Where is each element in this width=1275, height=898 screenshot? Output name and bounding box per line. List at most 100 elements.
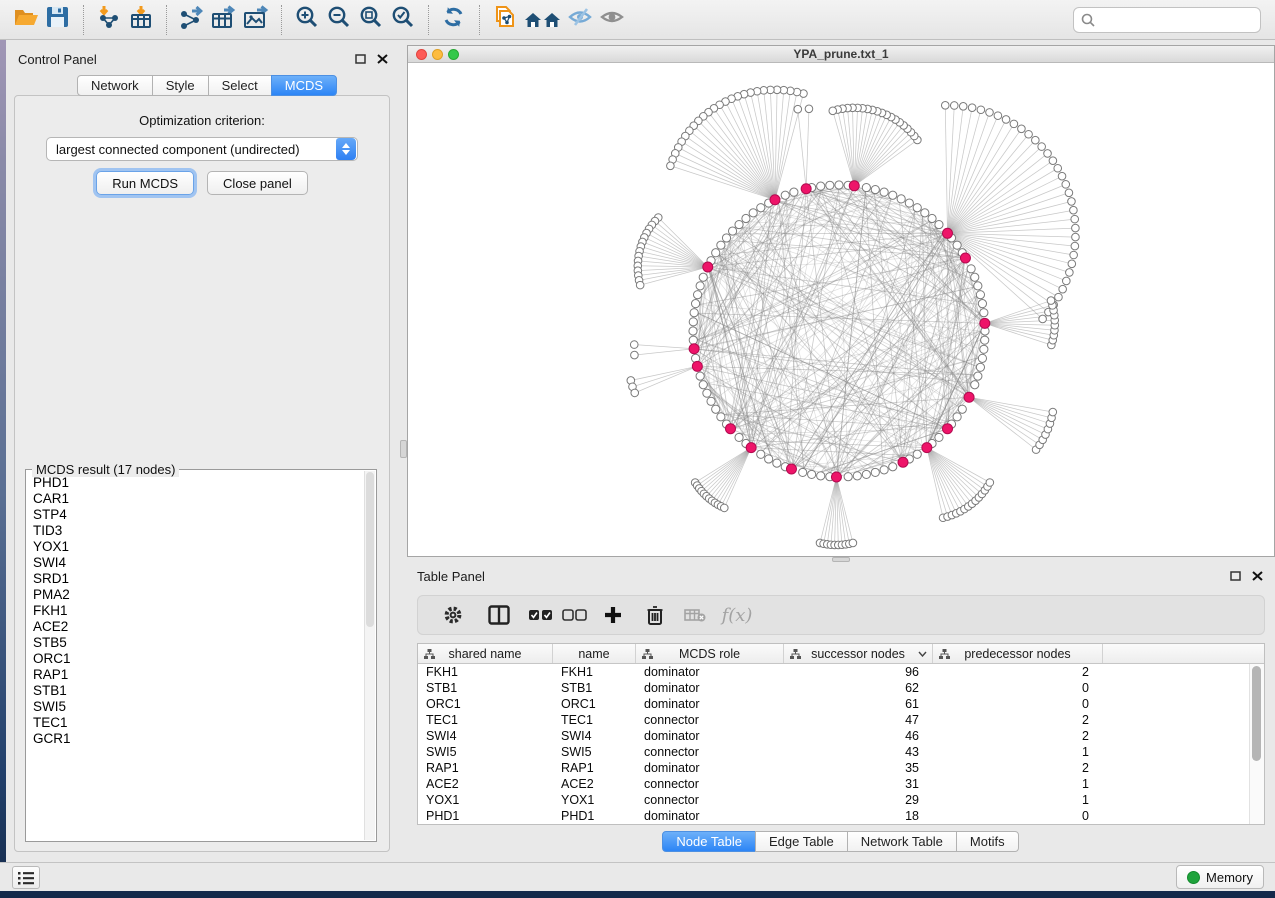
column-header-name[interactable]: name bbox=[553, 644, 636, 663]
table-scrollbar[interactable] bbox=[1249, 664, 1264, 824]
result-list-item[interactable]: ACE2 bbox=[33, 619, 358, 635]
zoom-out-button[interactable] bbox=[323, 5, 355, 35]
zoom-selected-button[interactable] bbox=[387, 5, 419, 35]
result-list-item[interactable]: RAP1 bbox=[33, 667, 358, 683]
show-columns-button[interactable] bbox=[482, 599, 516, 631]
export-table-button[interactable] bbox=[208, 5, 240, 35]
minimize-window-icon[interactable] bbox=[432, 49, 443, 60]
tab-mcds[interactable]: MCDS bbox=[271, 75, 337, 96]
maximize-window-icon[interactable] bbox=[448, 49, 459, 60]
table-cell: 96 bbox=[784, 664, 933, 680]
network-canvas[interactable] bbox=[408, 63, 1274, 556]
result-list-item[interactable]: ORC1 bbox=[33, 651, 358, 667]
open-session-button[interactable] bbox=[10, 5, 42, 35]
tab-edge-table[interactable]: Edge Table bbox=[755, 831, 848, 852]
import-network-button[interactable] bbox=[93, 5, 125, 35]
refresh-button[interactable] bbox=[438, 5, 470, 35]
table-row[interactable]: ORC1ORC1dominator610 bbox=[418, 696, 1249, 712]
table-row[interactable]: SWI5SWI5connector431 bbox=[418, 744, 1249, 760]
result-list-item[interactable]: SWI5 bbox=[33, 699, 358, 715]
create-column-button[interactable] bbox=[596, 599, 630, 631]
table-row[interactable]: PHD1PHD1dominator180 bbox=[418, 808, 1249, 824]
zoom-fit-button[interactable] bbox=[355, 5, 387, 35]
table-toolbar: f(x) bbox=[417, 595, 1265, 635]
column-type-icon bbox=[939, 649, 950, 659]
column-header-shared-name[interactable]: shared name bbox=[418, 644, 553, 663]
open-folder-icon bbox=[13, 6, 39, 33]
column-header-predecessor-nodes[interactable]: predecessor nodes bbox=[933, 644, 1103, 663]
close-panel-action-button[interactable]: Close panel bbox=[207, 171, 308, 195]
save-session-button[interactable] bbox=[42, 5, 74, 35]
column-header-mcds-role[interactable]: MCDS role bbox=[636, 644, 784, 663]
table-row[interactable]: TEC1TEC1connector472 bbox=[418, 712, 1249, 728]
close-window-icon[interactable] bbox=[416, 49, 427, 60]
table-cell: PHD1 bbox=[418, 808, 553, 824]
first-neighbors-icon[interactable] bbox=[521, 5, 565, 35]
import-table-button[interactable] bbox=[125, 5, 157, 35]
table-settings-button[interactable] bbox=[436, 599, 470, 631]
sort-chevron-icon[interactable] bbox=[918, 651, 927, 657]
network-window-titlebar[interactable]: YPA_prune.txt_1 bbox=[408, 46, 1274, 63]
export-network-button[interactable] bbox=[176, 5, 208, 35]
table-row[interactable]: SWI4SWI4dominator462 bbox=[418, 728, 1249, 744]
result-list-item[interactable]: CAR1 bbox=[33, 491, 358, 507]
result-list-item[interactable]: SRD1 bbox=[33, 571, 358, 587]
hide-selected-button[interactable] bbox=[565, 5, 597, 35]
task-history-button[interactable] bbox=[12, 866, 40, 889]
divider-handle[interactable] bbox=[400, 440, 407, 458]
vertical-split-divider[interactable] bbox=[400, 40, 407, 862]
table-cell: 0 bbox=[933, 808, 1103, 824]
export-image-button[interactable] bbox=[240, 5, 272, 35]
search-input[interactable] bbox=[1099, 10, 1260, 30]
result-list-item[interactable]: TID3 bbox=[33, 523, 358, 539]
tab-style[interactable]: Style bbox=[152, 75, 209, 96]
table-row[interactable]: STB1STB1dominator620 bbox=[418, 680, 1249, 696]
float-panel-button[interactable] bbox=[352, 52, 368, 66]
result-list-item[interactable]: PMA2 bbox=[33, 587, 358, 603]
table-row[interactable]: ACE2ACE2connector311 bbox=[418, 776, 1249, 792]
result-list-item[interactable]: FKH1 bbox=[33, 603, 358, 619]
tab-network[interactable]: Network bbox=[77, 75, 153, 96]
run-mcds-button[interactable]: Run MCDS bbox=[96, 171, 194, 195]
memory-status-icon bbox=[1187, 871, 1200, 884]
duplicate-network-button[interactable] bbox=[489, 5, 521, 35]
result-list-item[interactable]: GCR1 bbox=[33, 731, 358, 747]
memory-button[interactable]: Memory bbox=[1176, 865, 1264, 889]
unselect-all-columns-button[interactable] bbox=[558, 599, 592, 631]
table-row[interactable]: RAP1RAP1dominator352 bbox=[418, 760, 1249, 776]
close-panel-button[interactable] bbox=[374, 52, 390, 66]
tab-node-table[interactable]: Node Table bbox=[662, 831, 756, 852]
result-list-item[interactable]: SWI4 bbox=[33, 555, 358, 571]
scrollbar-thumb[interactable] bbox=[1252, 666, 1261, 761]
select-all-columns-button[interactable] bbox=[524, 599, 558, 631]
table-cell: connector bbox=[636, 712, 784, 728]
column-header-successor-nodes[interactable]: successor nodes bbox=[784, 644, 933, 663]
result-list-item[interactable]: TEC1 bbox=[33, 715, 358, 731]
mcds-result-list[interactable]: PHD1CAR1STP4TID3YOX1SWI4SRD1PMA2FKH1ACE2… bbox=[27, 471, 364, 840]
result-list-item[interactable]: STB1 bbox=[33, 683, 358, 699]
result-list-item[interactable]: STP4 bbox=[33, 507, 358, 523]
table-cell: dominator bbox=[636, 760, 784, 776]
result-scrollbar[interactable] bbox=[364, 471, 375, 840]
result-list-item[interactable]: STB5 bbox=[33, 635, 358, 651]
optimization-criterion-select[interactable]: largest connected component (undirected) bbox=[46, 137, 358, 161]
delete-columns-button[interactable] bbox=[638, 599, 672, 631]
column-label: MCDS role bbox=[679, 647, 740, 661]
result-list-item[interactable]: PHD1 bbox=[33, 475, 358, 491]
result-list-item[interactable]: YOX1 bbox=[33, 539, 358, 555]
show-all-button[interactable] bbox=[597, 5, 629, 35]
close-table-panel-button[interactable] bbox=[1249, 569, 1265, 583]
tab-select[interactable]: Select bbox=[208, 75, 272, 96]
column-label: name bbox=[578, 647, 609, 661]
table-cell: SWI5 bbox=[553, 744, 636, 760]
table-cell: 1 bbox=[933, 776, 1103, 792]
table-rows: FKH1FKH1dominator962STB1STB1dominator620… bbox=[418, 664, 1249, 824]
float-table-panel-button[interactable] bbox=[1227, 569, 1243, 583]
table-row[interactable]: FKH1FKH1dominator962 bbox=[418, 664, 1249, 680]
optimization-criterion-value: largest connected component (undirected) bbox=[47, 142, 336, 157]
tab-network-table[interactable]: Network Table bbox=[847, 831, 957, 852]
search-box[interactable] bbox=[1073, 7, 1261, 33]
table-row[interactable]: YOX1YOX1connector291 bbox=[418, 792, 1249, 808]
tab-motifs[interactable]: Motifs bbox=[956, 831, 1019, 852]
zoom-in-button[interactable] bbox=[291, 5, 323, 35]
